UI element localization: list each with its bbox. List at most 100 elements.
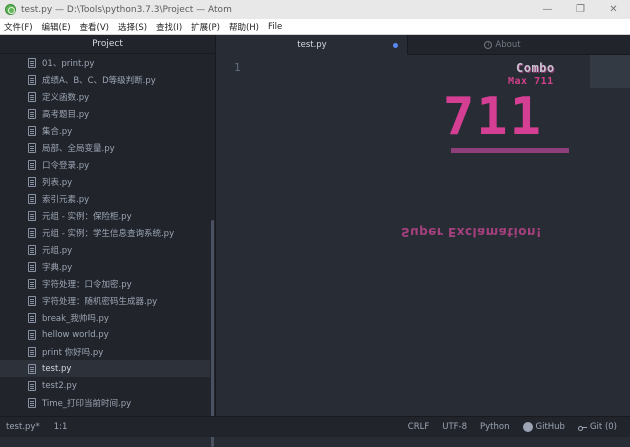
file-item[interactable]: 集合.py <box>0 122 210 139</box>
minimap[interactable] <box>590 55 630 88</box>
git-branch-icon <box>577 423 587 432</box>
status-cursor-position[interactable]: 1:1 <box>54 422 68 432</box>
file-icon <box>28 329 36 340</box>
file-icon <box>28 244 36 255</box>
file-item[interactable]: hellow world.py <box>0 326 210 343</box>
file-item[interactable]: 索引元素.py <box>0 190 210 207</box>
file-item[interactable]: 字典.py <box>0 258 210 275</box>
combo-count: 711 <box>443 87 543 147</box>
tree-scrollbar[interactable] <box>211 220 214 447</box>
file-item[interactable]: 字符处理：口令加密.py <box>0 275 210 292</box>
file-item[interactable]: 字符处理：随机密码生成器.py <box>0 292 210 309</box>
file-item[interactable]: 元组 - 实例：保险柜.py <box>0 207 210 224</box>
file-item[interactable]: 高考题目.py <box>0 105 210 122</box>
project-tree-panel: Project 01、print.py 成绩A、B、C、D等级判断.py 定义函… <box>0 35 216 447</box>
file-name: 口令登录.py <box>42 160 90 171</box>
file-item[interactable]: 列表.py <box>0 173 210 190</box>
status-github[interactable]: GitHub <box>522 422 565 432</box>
file-name: 定义函数.py <box>42 92 90 103</box>
window-title: test.py — D:\Tools\python3.7.3\Project —… <box>21 4 232 15</box>
file-name: 索引元素.py <box>42 194 90 205</box>
menu-view[interactable]: 查看(V) <box>76 21 114 33</box>
file-icon <box>28 159 36 170</box>
editor-pane[interactable]: 1 Combo Max 711 711 Super Exclamation! <box>217 55 630 416</box>
file-icon <box>28 193 36 204</box>
file-icon <box>28 227 36 238</box>
menu-packages[interactable]: 扩展(P) <box>187 21 225 33</box>
file-item[interactable]: 局部、全局变量.py <box>0 139 210 156</box>
modified-indicator-icon <box>393 43 398 48</box>
tab-test-py[interactable]: test.py <box>217 35 407 55</box>
atom-logo-icon <box>5 4 16 15</box>
file-item[interactable]: break_我帅吗.py <box>0 309 210 326</box>
menu-help[interactable]: 帮助(H) <box>225 21 264 33</box>
file-icon <box>28 278 36 289</box>
file-item[interactable]: 元组.py <box>0 241 210 258</box>
menu-file-extra[interactable]: File <box>264 22 287 32</box>
info-icon: i <box>484 41 493 49</box>
file-name: test.py <box>42 363 72 374</box>
file-name: 高考题目.py <box>42 109 90 120</box>
file-name: 01、print.py <box>42 58 95 69</box>
status-bar: test.py* 1:1 CRLF UTF-8 Python GitHub Gi… <box>0 416 630 437</box>
close-button[interactable]: ✕ <box>597 0 630 19</box>
file-item-selected[interactable]: test.py <box>0 360 210 377</box>
file-icon <box>28 125 36 136</box>
status-line-ending[interactable]: CRLF <box>408 422 429 432</box>
file-item[interactable]: Time_打印当前时间.py <box>0 394 210 411</box>
tab-about[interactable]: i About <box>407 35 597 55</box>
minimize-button[interactable]: — <box>531 0 564 19</box>
file-item[interactable]: 口令登录.py <box>0 156 210 173</box>
line-number: 1 <box>234 61 241 74</box>
file-name: 集合.py <box>42 126 73 137</box>
file-icon <box>28 176 36 187</box>
file-name: 字典.py <box>42 262 73 273</box>
file-item[interactable]: 元组 - 实例：学生信息查询系统.py <box>0 224 210 241</box>
file-item[interactable]: 定义函数.py <box>0 88 210 105</box>
file-name: 成绩A、B、C、D等级判断.py <box>42 75 156 86</box>
status-git[interactable]: Git (0) <box>577 422 617 432</box>
combo-timer-bar <box>451 148 569 153</box>
file-icon <box>28 91 36 102</box>
combo-max: Max 711 <box>508 76 554 87</box>
status-git-label: Git (0) <box>589 422 617 432</box>
project-tree-header[interactable]: Project <box>0 35 215 54</box>
file-icon <box>28 210 36 221</box>
tab-bar: test.py i About <box>217 35 630 55</box>
file-name: 字符处理：随机密码生成器.py <box>42 296 158 307</box>
menu-file[interactable]: 文件(F) <box>0 21 38 33</box>
file-item[interactable]: test2.py <box>0 377 210 394</box>
status-grammar[interactable]: Python <box>480 422 509 432</box>
file-icon <box>28 397 36 408</box>
file-icon <box>28 312 36 323</box>
file-name: 元组.py <box>42 245 73 256</box>
file-icon <box>28 295 36 306</box>
file-icon <box>28 142 36 153</box>
file-name: 字符处理：口令加密.py <box>42 279 132 290</box>
file-item[interactable]: print 你好吗.py <box>0 343 210 360</box>
github-icon <box>522 422 533 432</box>
file-name: hellow world.py <box>42 329 109 340</box>
file-icon <box>28 261 36 272</box>
file-name: break_我帅吗.py <box>42 313 109 324</box>
file-item[interactable]: 01、print.py <box>0 54 210 71</box>
menu-find[interactable]: 查找(I) <box>152 21 187 33</box>
menu-selection[interactable]: 选择(S) <box>114 21 152 33</box>
file-name: Time_打印当前时间.py <box>42 398 132 409</box>
status-encoding[interactable]: UTF-8 <box>442 422 467 432</box>
status-github-label: GitHub <box>535 422 565 432</box>
file-icon <box>28 363 36 374</box>
menu-bar: 文件(F) 编辑(E) 查看(V) 选择(S) 查找(I) 扩展(P) 帮助(H… <box>0 19 630 35</box>
status-file-name[interactable]: test.py* <box>6 422 40 432</box>
file-name: 局部、全局变量.py <box>42 143 115 154</box>
file-icon <box>28 346 36 357</box>
tab-label: About <box>495 40 521 50</box>
file-icon <box>28 57 36 68</box>
maximize-button[interactable]: ❐ <box>564 0 597 19</box>
title-bar: test.py — D:\Tools\python3.7.3\Project —… <box>0 0 630 19</box>
menu-edit[interactable]: 编辑(E) <box>38 21 76 33</box>
file-item[interactable]: 成绩A、B、C、D等级判断.py <box>0 71 210 88</box>
project-file-list: 01、print.py 成绩A、B、C、D等级判断.py 定义函数.py 高考题… <box>0 54 210 416</box>
tab-label: test.py <box>297 39 327 50</box>
file-name: test2.py <box>42 380 77 391</box>
